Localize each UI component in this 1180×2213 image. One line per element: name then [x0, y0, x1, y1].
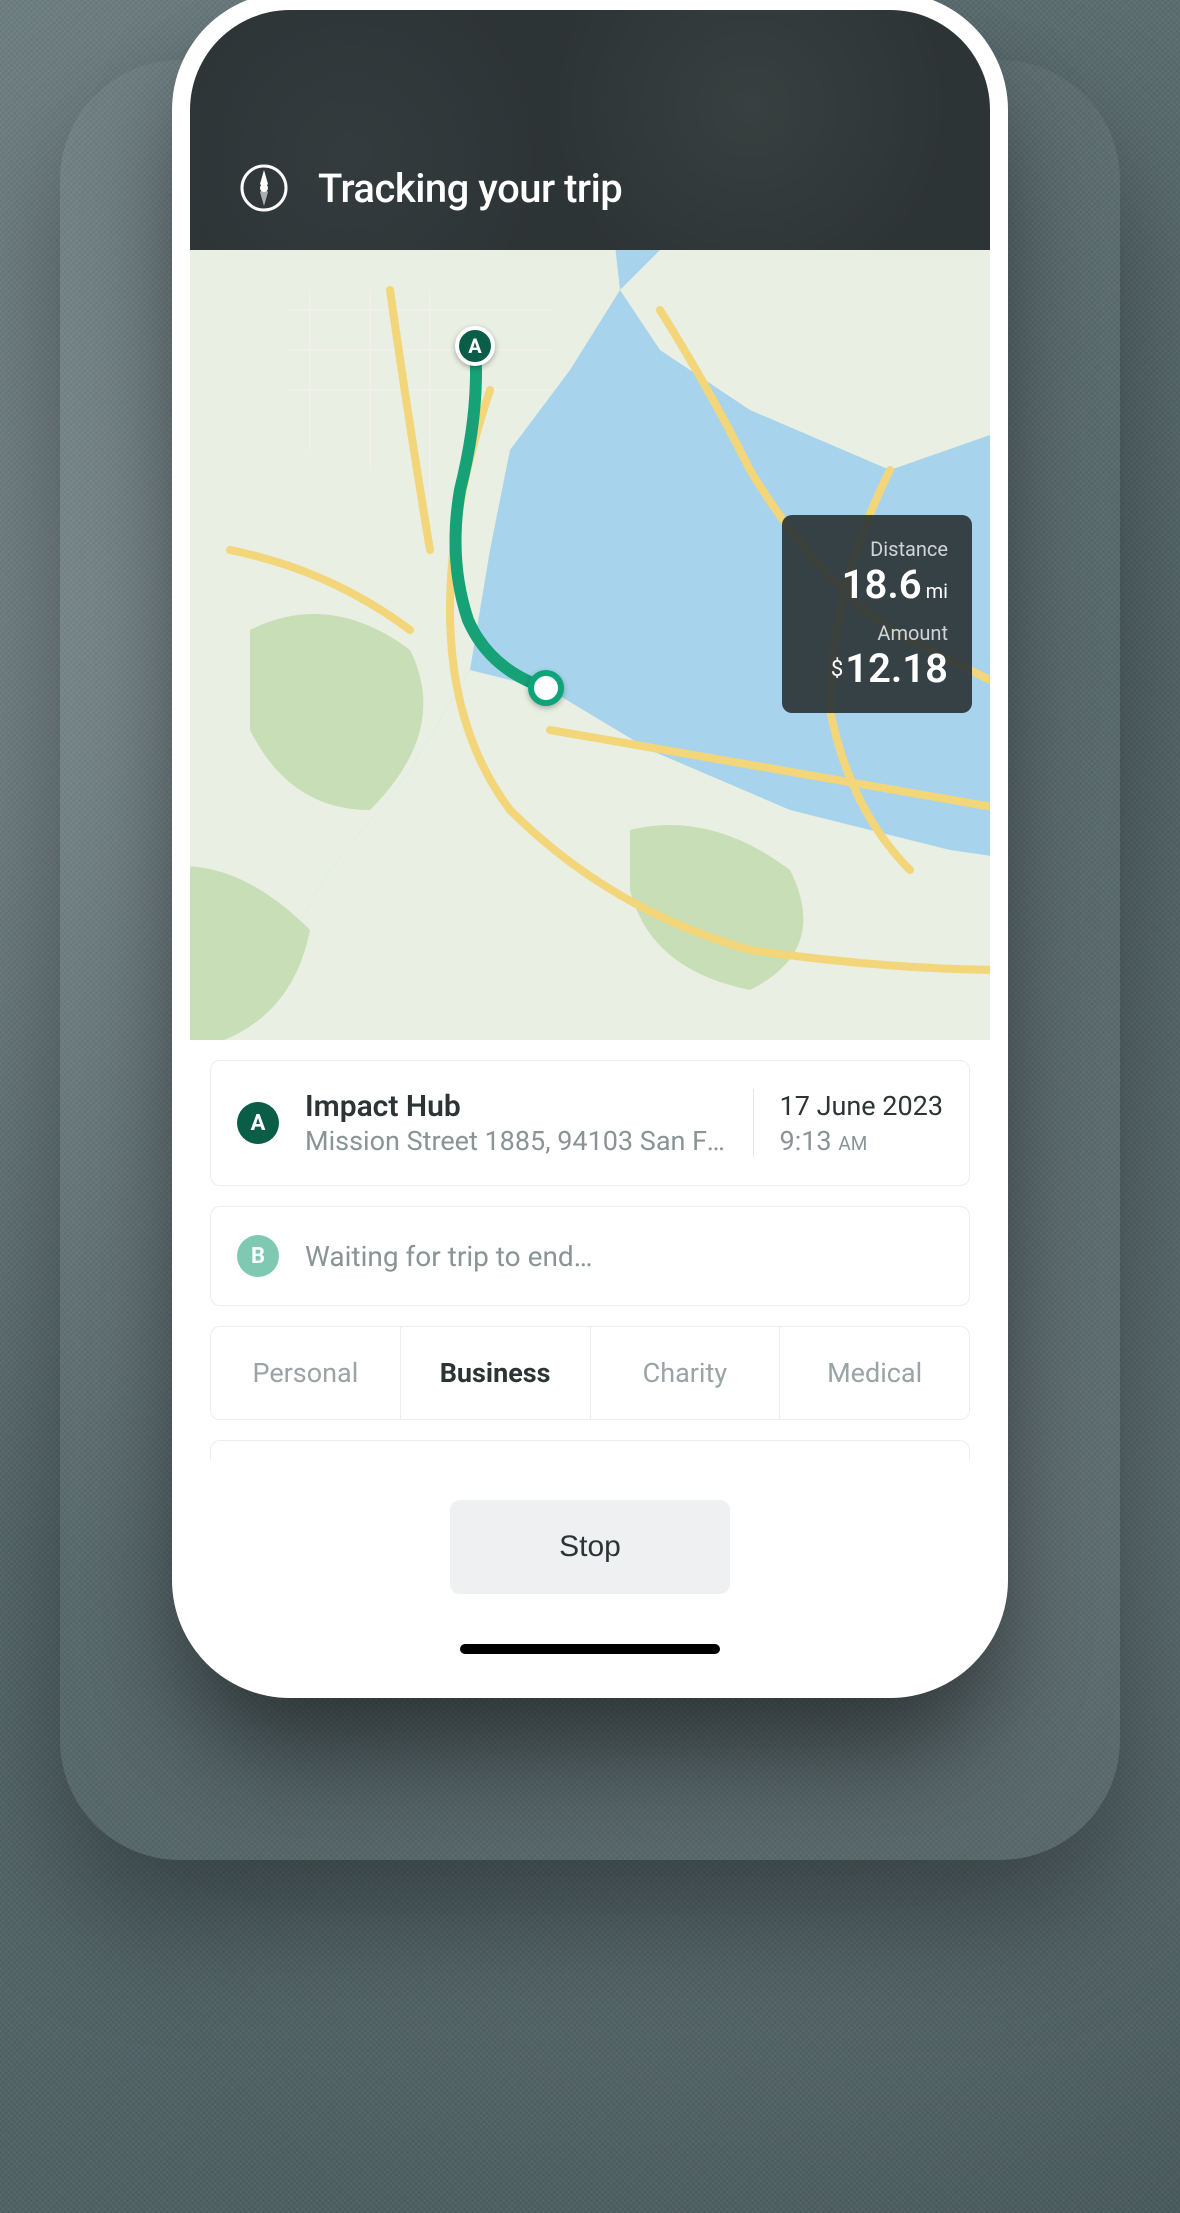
category-personal[interactable]: Personal	[211, 1327, 401, 1419]
trip-stats-overlay: Distance 18.6mi Amount $12.18	[782, 515, 972, 713]
category-medical[interactable]: Medical	[780, 1327, 969, 1419]
pin-origin-label: A	[468, 334, 481, 358]
destination-badge: B	[237, 1235, 279, 1277]
distance-value: 18.6mi	[806, 563, 948, 607]
header-title: Tracking your trip	[318, 165, 622, 212]
map-pin-origin: A	[455, 326, 495, 366]
origin-address: Mission Street 1885, 94103 San Fra…	[305, 1125, 733, 1157]
map-view[interactable]: A Distance 18.6mi Amount $12.18	[190, 250, 990, 1040]
category-selector: Personal Business Charity Medical	[210, 1326, 970, 1420]
category-charity[interactable]: Charity	[591, 1327, 781, 1419]
trip-details-panel: A Impact Hub Mission Street 1885, 94103 …	[190, 1060, 990, 1460]
category-business[interactable]: Business	[401, 1327, 591, 1419]
destination-card[interactable]: B Waiting for trip to end…	[210, 1206, 970, 1306]
amount-value: $12.18	[806, 647, 948, 691]
origin-name: Impact Hub	[305, 1089, 733, 1125]
stop-button-area: Stop	[190, 1460, 990, 1654]
compass-icon	[240, 164, 288, 212]
distance-label: Distance	[806, 537, 948, 561]
app-header: Tracking your trip	[190, 10, 990, 250]
home-indicator[interactable]	[460, 1644, 720, 1654]
phone-frame: Tracking your trip	[190, 10, 990, 1680]
amount-label: Amount	[806, 621, 948, 645]
origin-badge: A	[237, 1102, 279, 1144]
stop-button[interactable]: Stop	[450, 1500, 730, 1594]
origin-timestamp: 17 June 2023 9:13 AM	[753, 1089, 943, 1156]
destination-waiting-text: Waiting for trip to end…	[305, 1240, 943, 1273]
partial-card	[210, 1440, 970, 1460]
origin-card[interactable]: A Impact Hub Mission Street 1885, 94103 …	[210, 1060, 970, 1186]
current-location-marker	[528, 670, 564, 706]
